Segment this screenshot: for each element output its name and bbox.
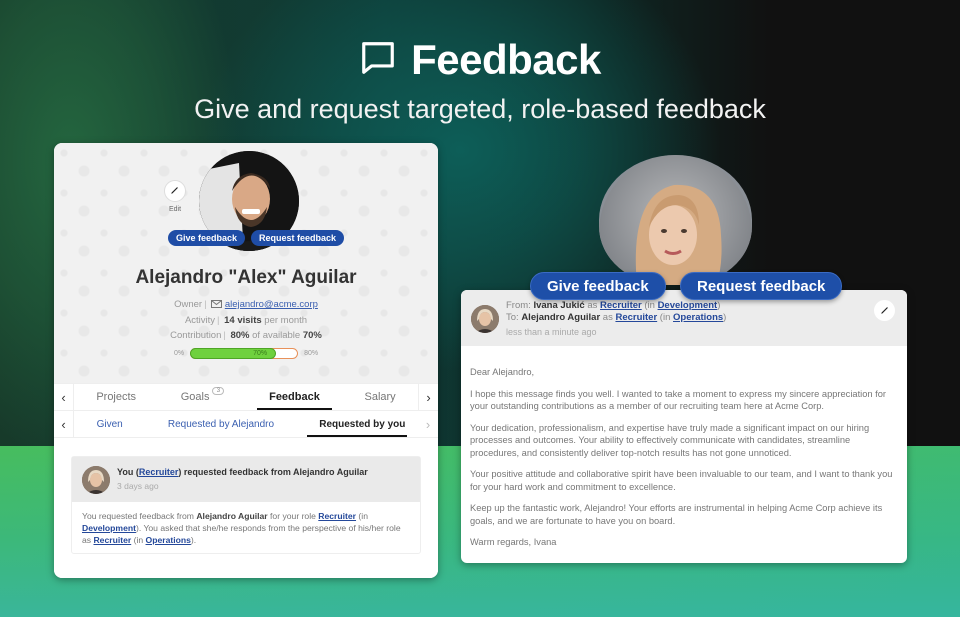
department-link[interactable]: Operations	[146, 535, 191, 545]
role-link[interactable]: Recruiter	[615, 312, 657, 323]
mail-icon	[211, 299, 223, 310]
tab-goals[interactable]: Goals 3	[171, 384, 235, 410]
message-square-icon	[359, 39, 397, 82]
progress-min-label: 0%	[174, 350, 185, 357]
contribution-mid: of available	[252, 330, 301, 341]
subtabs-scroll-left[interactable]: ‹	[54, 411, 74, 437]
department-link[interactable]: Development	[82, 523, 136, 533]
department-link[interactable]: Development	[658, 300, 718, 311]
subtab-given[interactable]: Given	[87, 411, 133, 437]
activity-suffix: per month	[264, 315, 308, 326]
chevron-left-icon: ‹	[61, 416, 66, 432]
message-paragraph: Dear Alejandro,	[470, 367, 535, 377]
edit-message-button[interactable]	[874, 300, 895, 321]
role-link[interactable]: Recruiter	[139, 467, 179, 477]
request-feedback-large-button[interactable]: Request feedback	[680, 272, 843, 300]
activity-label: Activity	[184, 315, 216, 326]
message-from: From: Ivana Jukić as Recruiter (in Devel…	[506, 300, 721, 311]
pencil-icon	[880, 302, 890, 320]
feedback-request-header: You (Recruiter) requested feedback from …	[72, 457, 420, 502]
message-paragraph: I hope this message finds you well. I wa…	[470, 388, 886, 412]
hero-subtitle: Give and request targeted, role-based fe…	[194, 94, 766, 124]
message-paragraph: Your positive attitude and collaborative…	[470, 469, 893, 492]
contribution-progress: 0% 70% 80%	[174, 348, 318, 359]
message-paragraph: Keep up the fantastic work, Alejandro! Y…	[470, 503, 883, 526]
avatar-ivana-small	[471, 305, 499, 333]
chevron-left-icon: ‹	[61, 389, 66, 405]
chevron-right-icon: ›	[425, 416, 431, 432]
hero-title: Feedback	[0, 36, 960, 84]
profile-tabs: ‹ Projects Goals 3 Feedback Salary ›	[54, 383, 438, 410]
feedback-message-card: From: Ivana Jukić as Recruiter (in Devel…	[461, 290, 907, 563]
tab-salary[interactable]: Salary	[354, 384, 405, 410]
tabs-scroll-left[interactable]: ‹	[54, 384, 74, 410]
give-feedback-large-button[interactable]: Give feedback	[530, 272, 666, 300]
subtab-requested-by-alejandro[interactable]: Requested by Alejandro	[158, 411, 284, 437]
tab-label: Goals	[180, 391, 210, 403]
avatar-ivana-small	[82, 466, 110, 494]
feedback-subtabs: ‹ Given Requested by Alejandro Requested…	[54, 410, 438, 437]
owner-label: Owner	[174, 299, 203, 310]
feedback-request-time: 3 days ago	[117, 481, 159, 491]
progress-track: 70%	[190, 348, 299, 359]
role-link[interactable]: Recruiter	[600, 300, 642, 311]
goals-count-badge: 3	[212, 387, 225, 395]
tab-projects[interactable]: Projects	[86, 384, 146, 410]
contribution-label: Contribution	[170, 330, 222, 341]
edit-profile-button[interactable]	[164, 180, 186, 202]
progress-value-label: 70%	[253, 350, 268, 357]
role-link[interactable]: Recruiter	[93, 535, 131, 545]
subtabs-scroll-right[interactable]: ›	[418, 411, 438, 437]
request-feedback-button[interactable]: Request feedback	[251, 230, 345, 246]
feedback-request-item[interactable]: You (Recruiter) requested feedback from …	[71, 456, 421, 554]
chevron-right-icon: ›	[426, 389, 431, 405]
progress-fill: 70%	[190, 348, 277, 359]
contribution-line: Contribution | 80% of available 70%	[170, 330, 322, 341]
profile-name: Alejandro "Alex" Aguilar	[135, 267, 357, 288]
tab-feedback[interactable]: Feedback	[257, 384, 332, 410]
feedback-request-body: You requested feedback from Alejandro Ag…	[82, 511, 401, 545]
tabs-scroll-right[interactable]: ›	[418, 384, 438, 410]
message-paragraph: Warm regards, Ivana	[470, 537, 557, 547]
feedback-list: You (Recruiter) requested feedback from …	[54, 437, 438, 578]
message-body: Dear Alejandro, I hope this message find…	[461, 346, 907, 549]
feedback-request-title: You (Recruiter) requested feedback from …	[117, 467, 368, 477]
message-paragraph: Your dedication, professionalism, and ex…	[470, 422, 870, 458]
give-feedback-button[interactable]: Give feedback	[168, 230, 246, 246]
avatar-ivana	[599, 155, 752, 285]
owner-line: Owner | alejandro@acme.corp	[174, 299, 318, 310]
progress-max-label: 80%	[304, 350, 319, 357]
message-to: To: Alejandro Aguilar as Recruiter (in O…	[506, 312, 727, 323]
department-link[interactable]: Operations	[673, 312, 723, 323]
role-link[interactable]: Recruiter	[318, 511, 356, 521]
message-time: less than a minute ago	[506, 327, 597, 337]
activity-line: Activity | 14 visits per month	[184, 315, 308, 326]
tab-label: Salary	[364, 391, 396, 403]
edit-label: Edit	[168, 206, 182, 213]
pencil-icon	[170, 182, 180, 200]
subtab-requested-by-you[interactable]: Requested by you	[307, 411, 408, 437]
tab-label: Projects	[96, 391, 137, 403]
activity-value: 14 visits	[224, 315, 262, 326]
email-link[interactable]: alejandro@acme.corp	[225, 299, 318, 310]
hero-title-text: Feedback	[411, 36, 601, 83]
profile-card: Edit Give feedback Request feedback Alej…	[54, 143, 438, 578]
contribution-available: 70%	[302, 330, 322, 341]
contribution-value: 80%	[230, 330, 250, 341]
tab-label: Feedback	[269, 391, 320, 403]
message-header: From: Ivana Jukić as Recruiter (in Devel…	[461, 290, 907, 346]
